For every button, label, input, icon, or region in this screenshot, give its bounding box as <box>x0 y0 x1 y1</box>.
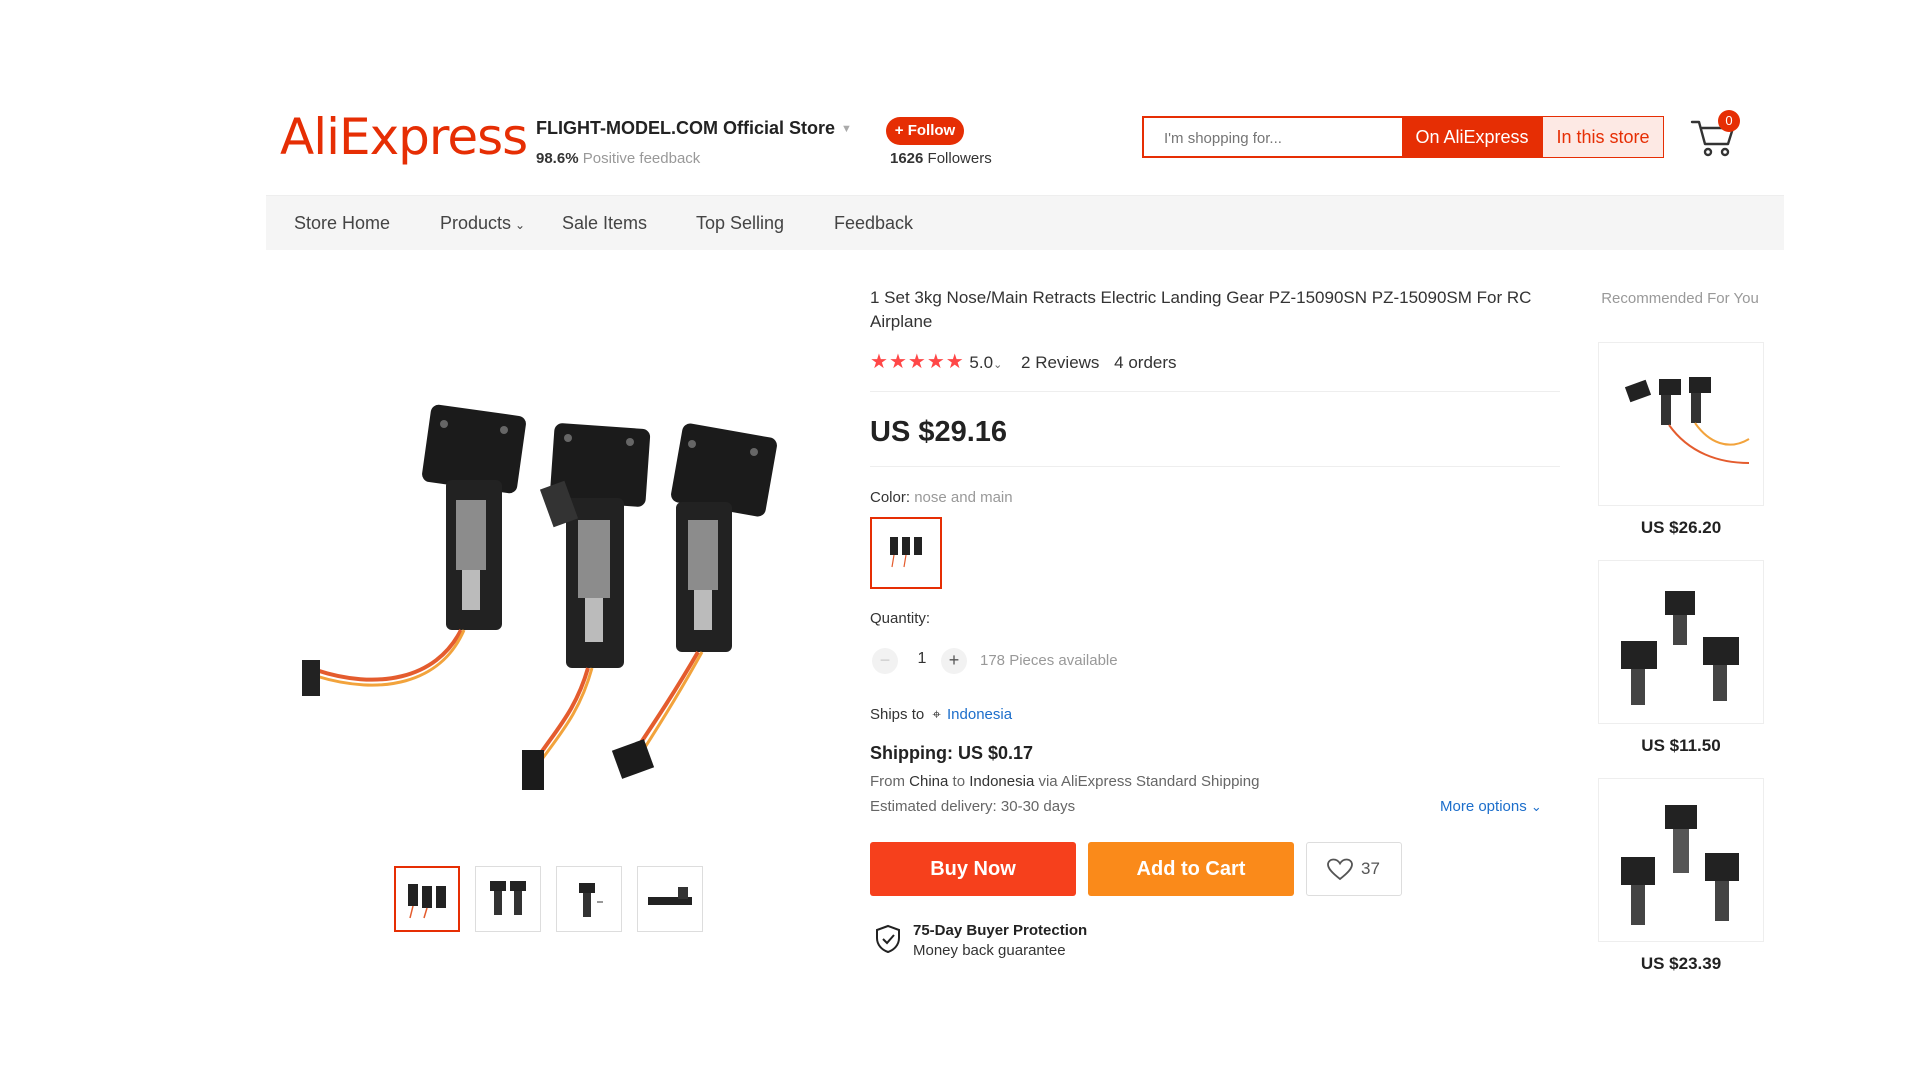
reviews-link[interactable]: 2 Reviews <box>1021 353 1099 372</box>
more-options-link[interactable]: More options ⌄ <box>1440 798 1542 815</box>
divider <box>870 466 1560 467</box>
color-value: nose and main <box>914 489 1013 506</box>
quantity-decrease-button[interactable]: − <box>872 648 898 674</box>
ships-to-country-link[interactable]: Indonesia <box>947 706 1012 723</box>
quantity-label: Quantity: <box>870 610 931 627</box>
store-name-text: FLIGHT-MODEL.COM Official Store <box>536 118 836 138</box>
route-carrier: via AliExpress Standard Shipping <box>1038 773 1260 790</box>
chevron-down-icon: ⌄ <box>1530 799 1542 814</box>
nav-products-label: Products <box>440 213 512 233</box>
route-from: From <box>870 773 905 790</box>
color-label-text: Color: <box>870 489 911 506</box>
recommended-price-2[interactable]: US $11.50 <box>1598 736 1764 756</box>
nav-feedback[interactable]: Feedback <box>834 196 913 250</box>
shipping-cost: Shipping: US $0.17 <box>870 743 1034 763</box>
recommended-item-1[interactable] <box>1598 342 1764 506</box>
follow-button[interactable]: + Follow <box>886 117 964 145</box>
wishlist-count: 37 <box>1361 859 1380 878</box>
nav-top-selling[interactable]: Top Selling <box>696 196 784 250</box>
feedback-label: Positive feedback <box>582 150 701 167</box>
heart-icon <box>1327 858 1353 881</box>
store-nav: Store Home Products ⌄ Sale Items Top Sell… <box>266 195 1784 250</box>
thumbnail-2[interactable] <box>475 866 541 932</box>
followers-number: 1626 <box>890 150 924 167</box>
shipping-route: From China to Indonesia via AliExpress S… <box>870 773 1259 790</box>
chevron-down-icon: ⌄ <box>515 218 526 232</box>
gear-set-icon <box>890 537 922 568</box>
thumbnail-1[interactable] <box>394 866 460 932</box>
feedback-percent: 98.6% <box>536 150 579 167</box>
thumbnail-3[interactable] <box>556 866 622 932</box>
route-destination: Indonesia <box>969 773 1035 790</box>
recommended-price-1[interactable]: US $26.20 <box>1598 518 1764 538</box>
quantity-increase-button[interactable]: + <box>941 648 967 674</box>
product-thumbnail <box>1621 805 1739 925</box>
pieces-available: 178 Pieces available <box>980 652 1118 669</box>
route-to: to <box>952 773 966 790</box>
orders-count: 4 orders <box>1114 353 1177 372</box>
aliexpress-logo[interactable]: AliExpress <box>280 108 528 166</box>
nav-products[interactable]: Products ⌄ <box>440 196 525 250</box>
product-title: 1 Set 3kg Nose/Main Retracts Electric La… <box>870 288 1532 331</box>
estimated-delivery: Estimated delivery: 30-30 days <box>870 798 1076 815</box>
product-thumbnail <box>1621 591 1739 705</box>
nav-sale-items[interactable]: Sale Items <box>562 196 647 250</box>
buy-now-button[interactable]: Buy Now <box>870 842 1076 896</box>
main-product-image[interactable] <box>296 390 816 810</box>
wishlist-button[interactable]: 37 <box>1306 842 1402 896</box>
store-name[interactable]: FLIGHT-MODEL.COM Official Store ▼ <box>536 118 852 139</box>
product-price: US $29.16 <box>870 416 1008 448</box>
quantity-value[interactable]: 1 <box>913 650 931 668</box>
gear-set-icon <box>408 884 446 919</box>
color-label: Color: nose and main <box>870 489 1013 506</box>
search-in-store-button[interactable]: In this store <box>1542 116 1664 158</box>
gear-single-icon <box>579 883 603 917</box>
recommended-price-3[interactable]: US $23.39 <box>1598 954 1764 974</box>
ships-to: Ships to ⌖ Indonesia <box>870 706 1012 723</box>
followers-count: 1626 Followers <box>890 150 992 167</box>
rating-row: ★★★★★ 5.0⌄ 2 Reviews 4 orders <box>870 350 1177 374</box>
recommended-item-2[interactable] <box>1598 560 1764 724</box>
gear-pair-icon <box>490 881 526 915</box>
rating-value[interactable]: 5.0 <box>969 353 993 372</box>
caret-down-icon[interactable]: ▼ <box>841 123 852 135</box>
buyer-protection-subtitle: Money back guarantee <box>913 942 1066 959</box>
more-options-label: More options <box>1440 798 1527 815</box>
color-option-nose-and-main[interactable] <box>870 517 942 589</box>
store-feedback: 98.6% Positive feedback <box>536 150 700 167</box>
gear-side-icon <box>648 887 692 905</box>
chevron-down-icon[interactable]: ⌄ <box>993 359 1002 371</box>
recommended-item-3[interactable] <box>1598 778 1764 942</box>
recommended-title: Recommended For You <box>1601 290 1759 307</box>
followers-label: Followers <box>927 150 992 167</box>
buyer-protection-title: 75-Day Buyer Protection <box>913 922 1088 939</box>
star-rating-icon: ★★★★★ <box>870 351 964 373</box>
divider <box>870 391 1560 392</box>
ships-to-label: Ships to <box>870 706 925 723</box>
shield-check-icon <box>874 924 902 954</box>
location-pin-icon: ⌖ <box>932 706 941 723</box>
thumbnail-4[interactable] <box>637 866 703 932</box>
cart-count-badge: 0 <box>1718 110 1740 132</box>
nav-store-home[interactable]: Store Home <box>294 196 390 250</box>
search-on-aliexpress-button[interactable]: On AliExpress <box>1402 116 1542 158</box>
route-origin: China <box>909 773 949 790</box>
add-to-cart-button[interactable]: Add to Cart <box>1088 842 1294 896</box>
product-thumbnail <box>1624 377 1750 464</box>
